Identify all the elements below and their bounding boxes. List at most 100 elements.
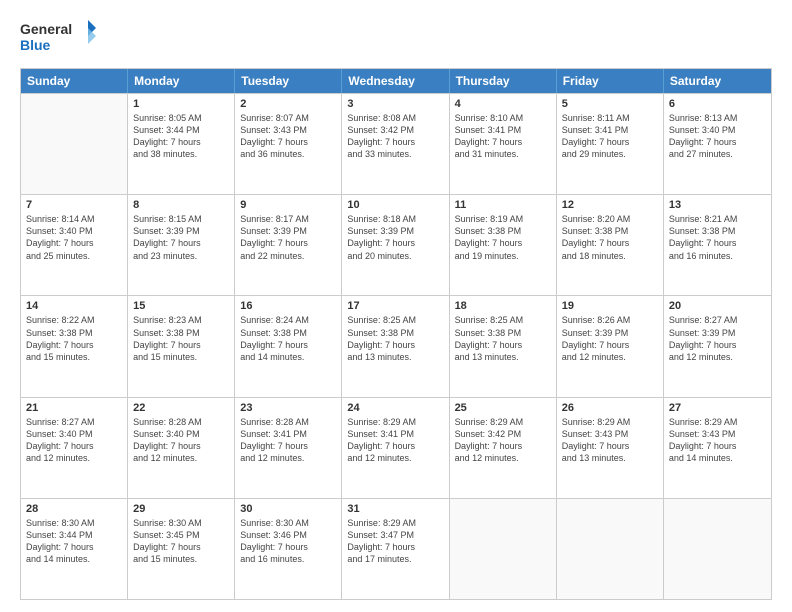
day-content: Sunrise: 8:19 AM Sunset: 3:38 PM Dayligh… xyxy=(455,213,551,262)
day-content: Sunrise: 8:15 AM Sunset: 3:39 PM Dayligh… xyxy=(133,213,229,262)
day-number: 8 xyxy=(133,199,229,211)
day-content: Sunrise: 8:25 AM Sunset: 3:38 PM Dayligh… xyxy=(347,314,443,363)
day-content: Sunrise: 8:20 AM Sunset: 3:38 PM Dayligh… xyxy=(562,213,658,262)
day-number: 29 xyxy=(133,503,229,515)
day-content: Sunrise: 8:07 AM Sunset: 3:43 PM Dayligh… xyxy=(240,112,336,161)
page: General Blue SundayMondayTuesdayWednesda… xyxy=(0,0,792,612)
day-number: 7 xyxy=(26,199,122,211)
day-content: Sunrise: 8:27 AM Sunset: 3:40 PM Dayligh… xyxy=(26,416,122,465)
weekday-header-monday: Monday xyxy=(128,69,235,93)
cal-day-11: 11 Sunrise: 8:19 AM Sunset: 3:38 PM Dayli… xyxy=(450,195,557,295)
cal-day-9: 9Sunrise: 8:17 AM Sunset: 3:39 PM Daylig… xyxy=(235,195,342,295)
day-content: Sunrise: 8:29 AM Sunset: 3:42 PM Dayligh… xyxy=(455,416,551,465)
cal-day-17: 17 Sunrise: 8:25 AM Sunset: 3:38 PM Dayli… xyxy=(342,296,449,396)
day-content: Sunrise: 8:29 AM Sunset: 3:41 PM Dayligh… xyxy=(347,416,443,465)
day-number: 28 xyxy=(26,503,122,515)
day-content: Sunrise: 8:29 AM Sunset: 3:43 PM Dayligh… xyxy=(669,416,766,465)
cal-day-16: 16 Sunrise: 8:24 AM Sunset: 3:38 PM Dayli… xyxy=(235,296,342,396)
cal-empty xyxy=(21,94,128,194)
day-content: Sunrise: 8:21 AM Sunset: 3:38 PM Dayligh… xyxy=(669,213,766,262)
day-content: Sunrise: 8:27 AM Sunset: 3:39 PM Dayligh… xyxy=(669,314,766,363)
cal-week-0: 1 Sunrise: 8:05 AM Sunset: 3:44 PM Daylig… xyxy=(21,93,771,194)
day-content: Sunrise: 8:26 AM Sunset: 3:39 PM Dayligh… xyxy=(562,314,658,363)
day-number: 20 xyxy=(669,300,766,312)
cal-day-24: 24 Sunrise: 8:29 AM Sunset: 3:41 PM Dayli… xyxy=(342,398,449,498)
day-number: 25 xyxy=(455,402,551,414)
cal-day-21: 21 Sunrise: 8:27 AM Sunset: 3:40 PM Dayli… xyxy=(21,398,128,498)
day-content: Sunrise: 8:14 AM Sunset: 3:40 PM Dayligh… xyxy=(26,213,122,262)
cal-day-23: 23 Sunrise: 8:28 AM Sunset: 3:41 PM Dayli… xyxy=(235,398,342,498)
day-number: 23 xyxy=(240,402,336,414)
cal-day-5: 5 Sunrise: 8:11 AM Sunset: 3:41 PM Daylig… xyxy=(557,94,664,194)
day-content: Sunrise: 8:10 AM Sunset: 3:41 PM Dayligh… xyxy=(455,112,551,161)
day-content: Sunrise: 8:30 AM Sunset: 3:45 PM Dayligh… xyxy=(133,517,229,566)
cal-day-3: 3Sunrise: 8:08 AM Sunset: 3:42 PM Daylig… xyxy=(342,94,449,194)
cal-day-8: 8 Sunrise: 8:15 AM Sunset: 3:39 PM Daylig… xyxy=(128,195,235,295)
cal-day-1: 1 Sunrise: 8:05 AM Sunset: 3:44 PM Daylig… xyxy=(128,94,235,194)
day-content: Sunrise: 8:17 AM Sunset: 3:39 PM Dayligh… xyxy=(240,213,336,262)
cal-day-26: 26Sunrise: 8:29 AM Sunset: 3:43 PM Dayli… xyxy=(557,398,664,498)
cal-day-2: 2 Sunrise: 8:07 AM Sunset: 3:43 PM Daylig… xyxy=(235,94,342,194)
cal-day-19: 19 Sunrise: 8:26 AM Sunset: 3:39 PM Dayli… xyxy=(557,296,664,396)
cal-day-20: 20 Sunrise: 8:27 AM Sunset: 3:39 PM Dayli… xyxy=(664,296,771,396)
weekday-header-friday: Friday xyxy=(557,69,664,93)
day-number: 21 xyxy=(26,402,122,414)
cal-day-14: 14Sunrise: 8:22 AM Sunset: 3:38 PM Dayli… xyxy=(21,296,128,396)
weekday-header-wednesday: Wednesday xyxy=(342,69,449,93)
cal-day-27: 27 Sunrise: 8:29 AM Sunset: 3:43 PM Dayli… xyxy=(664,398,771,498)
day-number: 14 xyxy=(26,300,122,312)
day-number: 11 xyxy=(455,199,551,211)
header: General Blue xyxy=(20,18,772,58)
day-number: 15 xyxy=(133,300,229,312)
day-content: Sunrise: 8:28 AM Sunset: 3:41 PM Dayligh… xyxy=(240,416,336,465)
cal-week-3: 21 Sunrise: 8:27 AM Sunset: 3:40 PM Dayli… xyxy=(21,397,771,498)
cal-day-4: 4 Sunrise: 8:10 AM Sunset: 3:41 PM Daylig… xyxy=(450,94,557,194)
logo-svg: General Blue xyxy=(20,18,100,58)
cal-day-13: 13Sunrise: 8:21 AM Sunset: 3:38 PM Dayli… xyxy=(664,195,771,295)
cal-day-28: 28 Sunrise: 8:30 AM Sunset: 3:44 PM Dayli… xyxy=(21,499,128,599)
day-content: Sunrise: 8:30 AM Sunset: 3:46 PM Dayligh… xyxy=(240,517,336,566)
cal-week-2: 14Sunrise: 8:22 AM Sunset: 3:38 PM Dayli… xyxy=(21,295,771,396)
day-number: 24 xyxy=(347,402,443,414)
day-content: Sunrise: 8:24 AM Sunset: 3:38 PM Dayligh… xyxy=(240,314,336,363)
day-number: 5 xyxy=(562,98,658,110)
cal-week-4: 28 Sunrise: 8:30 AM Sunset: 3:44 PM Dayli… xyxy=(21,498,771,599)
cal-day-25: 25 Sunrise: 8:29 AM Sunset: 3:42 PM Dayli… xyxy=(450,398,557,498)
day-number: 12 xyxy=(562,199,658,211)
day-number: 6 xyxy=(669,98,766,110)
cal-day-30: 30 Sunrise: 8:30 AM Sunset: 3:46 PM Dayli… xyxy=(235,499,342,599)
day-number: 27 xyxy=(669,402,766,414)
day-content: Sunrise: 8:18 AM Sunset: 3:39 PM Dayligh… xyxy=(347,213,443,262)
day-number: 17 xyxy=(347,300,443,312)
day-content: Sunrise: 8:11 AM Sunset: 3:41 PM Dayligh… xyxy=(562,112,658,161)
day-content: Sunrise: 8:29 AM Sunset: 3:47 PM Dayligh… xyxy=(347,517,443,566)
day-number: 2 xyxy=(240,98,336,110)
day-content: Sunrise: 8:28 AM Sunset: 3:40 PM Dayligh… xyxy=(133,416,229,465)
cal-day-12: 12 Sunrise: 8:20 AM Sunset: 3:38 PM Dayli… xyxy=(557,195,664,295)
cal-day-7: 7 Sunrise: 8:14 AM Sunset: 3:40 PM Daylig… xyxy=(21,195,128,295)
day-number: 1 xyxy=(133,98,229,110)
day-number: 22 xyxy=(133,402,229,414)
day-content: Sunrise: 8:05 AM Sunset: 3:44 PM Dayligh… xyxy=(133,112,229,161)
cal-day-22: 22 Sunrise: 8:28 AM Sunset: 3:40 PM Dayli… xyxy=(128,398,235,498)
cal-day-29: 29 Sunrise: 8:30 AM Sunset: 3:45 PM Dayli… xyxy=(128,499,235,599)
svg-text:General: General xyxy=(20,21,72,37)
day-content: Sunrise: 8:25 AM Sunset: 3:38 PM Dayligh… xyxy=(455,314,551,363)
day-number: 16 xyxy=(240,300,336,312)
day-number: 18 xyxy=(455,300,551,312)
cal-empty xyxy=(557,499,664,599)
day-number: 4 xyxy=(455,98,551,110)
day-content: Sunrise: 8:29 AM Sunset: 3:43 PM Dayligh… xyxy=(562,416,658,465)
day-number: 19 xyxy=(562,300,658,312)
day-number: 3 xyxy=(347,98,443,110)
weekday-header-tuesday: Tuesday xyxy=(235,69,342,93)
cal-week-1: 7 Sunrise: 8:14 AM Sunset: 3:40 PM Daylig… xyxy=(21,194,771,295)
day-number: 30 xyxy=(240,503,336,515)
weekday-header-saturday: Saturday xyxy=(664,69,771,93)
cal-empty xyxy=(450,499,557,599)
day-content: Sunrise: 8:30 AM Sunset: 3:44 PM Dayligh… xyxy=(26,517,122,566)
day-content: Sunrise: 8:23 AM Sunset: 3:38 PM Dayligh… xyxy=(133,314,229,363)
calendar-header: SundayMondayTuesdayWednesdayThursdayFrid… xyxy=(21,69,771,93)
weekday-header-sunday: Sunday xyxy=(21,69,128,93)
cal-day-10: 10Sunrise: 8:18 AM Sunset: 3:39 PM Dayli… xyxy=(342,195,449,295)
